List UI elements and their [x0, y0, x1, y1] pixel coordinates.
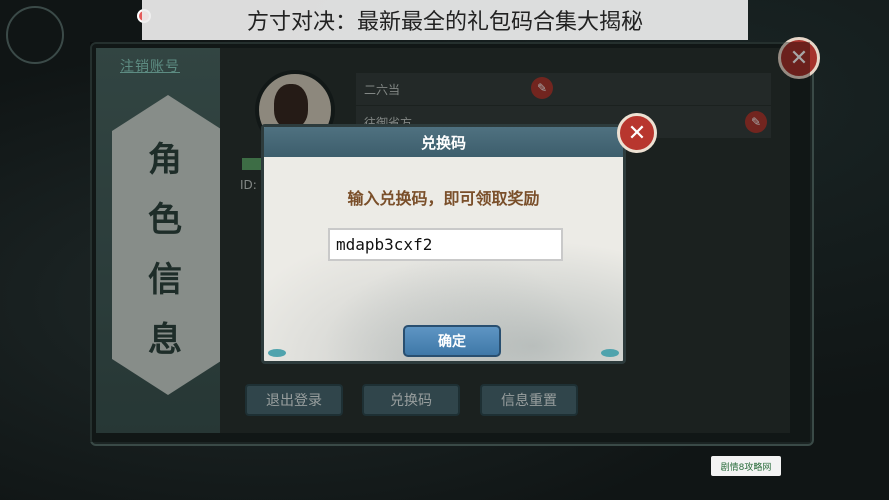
wave-ornament-icon — [268, 349, 286, 357]
redeem-code-dialog: 兑换码 输入兑换码，即可领取奖励 确定 — [261, 124, 626, 364]
dialog-title: 兑换码 — [264, 127, 623, 157]
close-dialog-icon[interactable]: ✕ — [617, 113, 657, 153]
dialog-prompt: 输入兑换码，即可领取奖励 — [347, 189, 540, 208]
watermark: 剧情8攻略网 — [711, 456, 781, 476]
redeem-code-input[interactable] — [328, 228, 563, 261]
page-title: 方寸对决：最新最全的礼包码合集大揭秘 — [142, 0, 748, 40]
game-logo-icon — [6, 6, 64, 64]
confirm-button[interactable]: 确定 — [403, 325, 501, 357]
wave-ornament-icon — [601, 349, 619, 357]
